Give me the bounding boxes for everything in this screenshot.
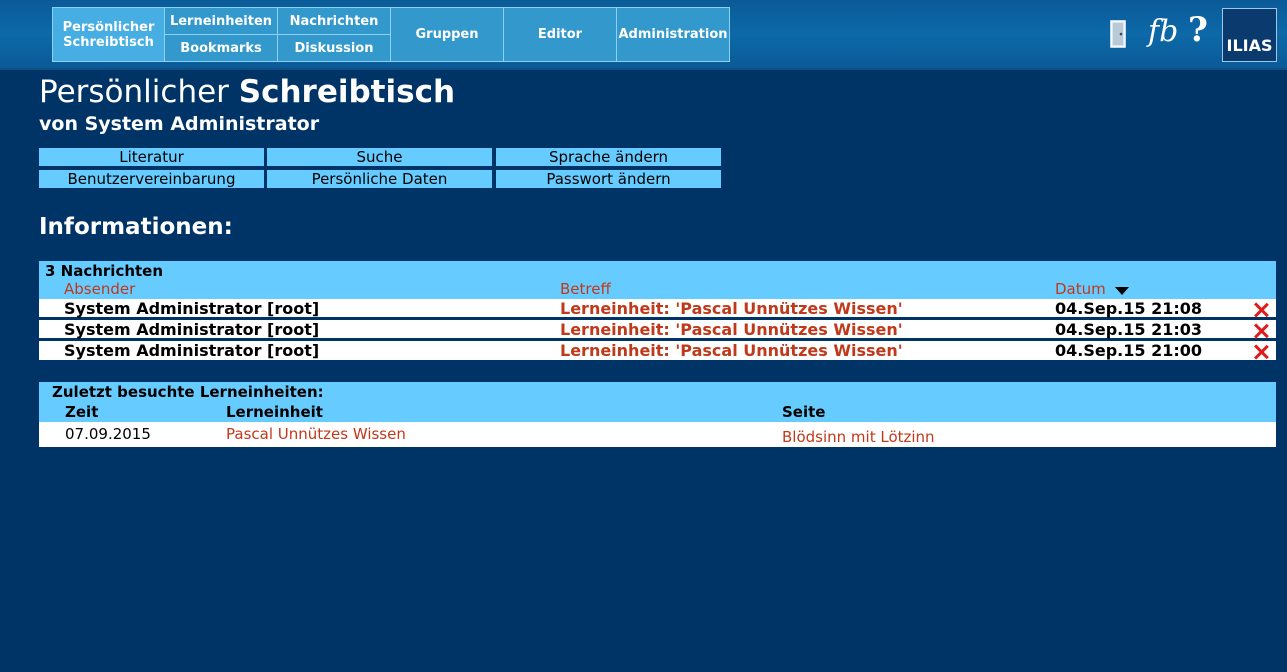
nav-editor[interactable]: Editor [504,8,617,61]
delete-x-icon[interactable] [1253,323,1269,339]
col-subject[interactable]: Betreff [560,280,611,298]
nav-personal-desk-line2: Schreibtisch [63,34,154,50]
section-title: Informationen: [39,214,233,240]
recent-units-panel: Zuletzt besuchte Lerneinheiten: Zeit Ler… [39,382,1276,447]
recent-header: Zuletzt besuchte Lerneinheiten: Zeit Ler… [39,382,1276,422]
message-row: System Administrator [root] Lerneinheit:… [39,320,1276,339]
nav-diskussion[interactable]: Diskussion [278,35,391,61]
passwort-aendern-button[interactable]: Passwort ändern [496,170,721,188]
delete-x-icon[interactable] [1253,302,1269,318]
message-subject-link[interactable]: Lerneinheit: 'Pascal Unnützes Wissen' [560,341,903,360]
nav-personal-desk[interactable]: Persönlicher Schreibtisch [53,8,165,61]
nav-personal-desk-line1: Persönlicher [62,19,155,35]
col-unit: Lerneinheit [226,403,323,421]
col-page: Seite [782,403,826,421]
col-time: Zeit [65,403,99,421]
messages-header: 3 Nachrichten Absender Betreff Datum [39,261,1276,299]
nav-nachrichten[interactable]: Nachrichten [278,8,391,35]
message-date: 04.Sep.15 21:08 [1055,299,1203,318]
nav-administration[interactable]: Administration [617,8,729,61]
sort-desc-icon[interactable] [1115,287,1129,296]
benutzervereinbarung-button[interactable]: Benutzervereinbarung [39,170,264,188]
persoenliche-daten-button[interactable]: Persönliche Daten [267,170,492,188]
nav-lerneinheiten[interactable]: Lerneinheiten [165,8,278,35]
help-question-icon[interactable]: ? [1188,10,1208,50]
top-bar: Persönlicher Schreibtisch Lerneinheiten … [0,0,1287,70]
message-date: 04.Sep.15 21:03 [1055,320,1203,339]
message-sender: System Administrator [root] [64,341,320,360]
page-subtitle: von System Administrator [39,113,320,135]
message-row: System Administrator [root] Lerneinheit:… [39,341,1276,360]
feedback-fb-icon[interactable]: fb [1148,14,1178,49]
literatur-button[interactable]: Literatur [39,148,264,166]
ilias-logo: ILIAS [1222,8,1277,62]
page-title-light: Persönlicher [39,74,229,110]
messages-panel: 3 Nachrichten Absender Betreff Datum Sys… [39,261,1276,361]
col-sender[interactable]: Absender [64,280,135,298]
recent-title: Zuletzt besuchte Lerneinheiten: [52,383,324,401]
message-row: System Administrator [root] Lerneinheit:… [39,299,1276,318]
message-subject-link[interactable]: Lerneinheit: 'Pascal Unnützes Wissen' [560,299,903,318]
sprache-aendern-button[interactable]: Sprache ändern [496,148,721,166]
page-title: Persönlicher Schreibtisch [39,74,455,110]
recent-unit-link[interactable]: Pascal Unnützes Wissen [226,425,406,443]
main-navigation: Persönlicher Schreibtisch Lerneinheiten … [52,7,730,62]
recent-page-link[interactable]: Blödsinn mit Lötzinn [782,428,935,446]
logout-door-icon[interactable] [1110,20,1126,52]
delete-x-icon[interactable] [1253,344,1269,360]
nav-gruppen[interactable]: Gruppen [391,8,504,61]
message-sender: System Administrator [root] [64,320,320,339]
messages-count-title: 3 Nachrichten [45,262,164,280]
message-subject-link[interactable]: Lerneinheit: 'Pascal Unnützes Wissen' [560,320,903,339]
suche-button[interactable]: Suche [267,148,492,166]
page-title-bold: Schreibtisch [238,74,456,110]
recent-row: 07.09.2015 Pascal Unnützes Wissen Blödsi… [39,422,1276,447]
recent-time: 07.09.2015 [65,425,151,443]
message-sender: System Administrator [root] [64,299,320,318]
col-date[interactable]: Datum [1055,280,1106,298]
message-date: 04.Sep.15 21:00 [1055,341,1203,360]
nav-bookmarks[interactable]: Bookmarks [165,35,278,61]
